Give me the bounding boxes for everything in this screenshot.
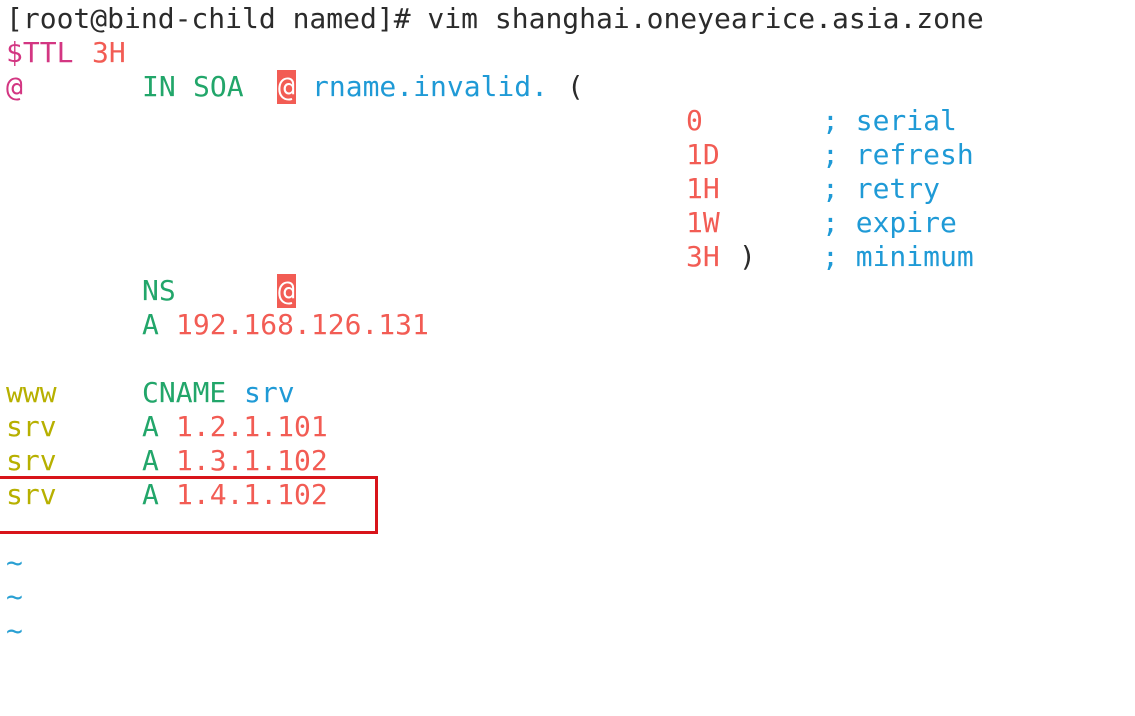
tilde-marker: ~ [6,580,23,613]
soa-field-comment: ; serial [822,104,957,137]
soa-open-paren: ( [567,70,584,103]
shell-prompt: [root@bind-child named]# vim shanghai.on… [6,2,984,35]
terminal-window[interactable]: [root@bind-child named]# vim shanghai.on… [0,0,1135,654]
ttl-directive: $TTL [6,36,74,69]
soa-field-comment: ; retry [822,172,941,205]
a-type: A [142,308,159,341]
record-value: 1.3.1.102 [176,444,328,477]
soa-field-value: 1W [686,206,720,239]
record-type: CNAME [142,376,227,409]
highlight-annotation-box [0,476,378,534]
soa-field-comment: ; minimum [822,240,974,273]
record-name: srv [6,410,57,443]
soa-rname: rname.invalid. [312,70,549,103]
soa-field-row: 3H ) ; minimum [0,240,974,274]
soa-field-row: 0 ; serial [0,104,957,138]
soa-mname: @ [277,70,296,104]
empty-line-marker: ~ [0,580,67,614]
soa-origin: @ [6,70,23,103]
prompt-line: [root@bind-child named]# vim shanghai.on… [0,2,984,36]
tilde-marker: ~ [6,614,23,647]
empty-line-marker: ~ [0,546,67,580]
a-value: 192.168.126.131 [176,308,429,341]
a-line: A 192.168.126.131 [0,308,429,342]
record-line: srv A 1.3.1.102 [0,444,328,478]
record-value: 1.2.1.101 [176,410,328,443]
soa-field-value: 3H [686,240,720,273]
soa-field-value: 0 [686,104,703,137]
ns-type: NS [142,274,176,307]
empty-line-marker: ~ [0,614,67,648]
record-type: A [142,444,159,477]
soa-field-row: 1D ; refresh [0,138,974,172]
soa-close-paren: ) [739,240,756,273]
record-line: srv A 1.2.1.101 [0,410,328,444]
ttl-line: $TTL 3H [0,36,126,70]
record-name: srv [6,444,57,477]
soa-field-row: 1W ; expire [0,206,957,240]
record-type: A [142,410,159,443]
record-name: www [6,376,57,409]
soa-field-value: 1D [686,138,720,171]
soa-line: @ IN SOA @ rname.invalid. ( [0,70,584,104]
tilde-marker: ~ [6,546,23,579]
soa-field-row: 1H ; retry [0,172,940,206]
soa-field-value: 1H [686,172,720,205]
ns-line: NS @ [0,274,296,308]
ttl-value: 3H [92,36,126,69]
soa-field-comment: ; expire [822,206,957,239]
record-line: www CNAME srv [0,376,295,410]
ns-value: @ [277,274,296,308]
soa-type: SOA [193,70,244,103]
soa-class: IN [142,70,176,103]
record-value: srv [244,376,295,409]
soa-field-comment: ; refresh [822,138,974,171]
